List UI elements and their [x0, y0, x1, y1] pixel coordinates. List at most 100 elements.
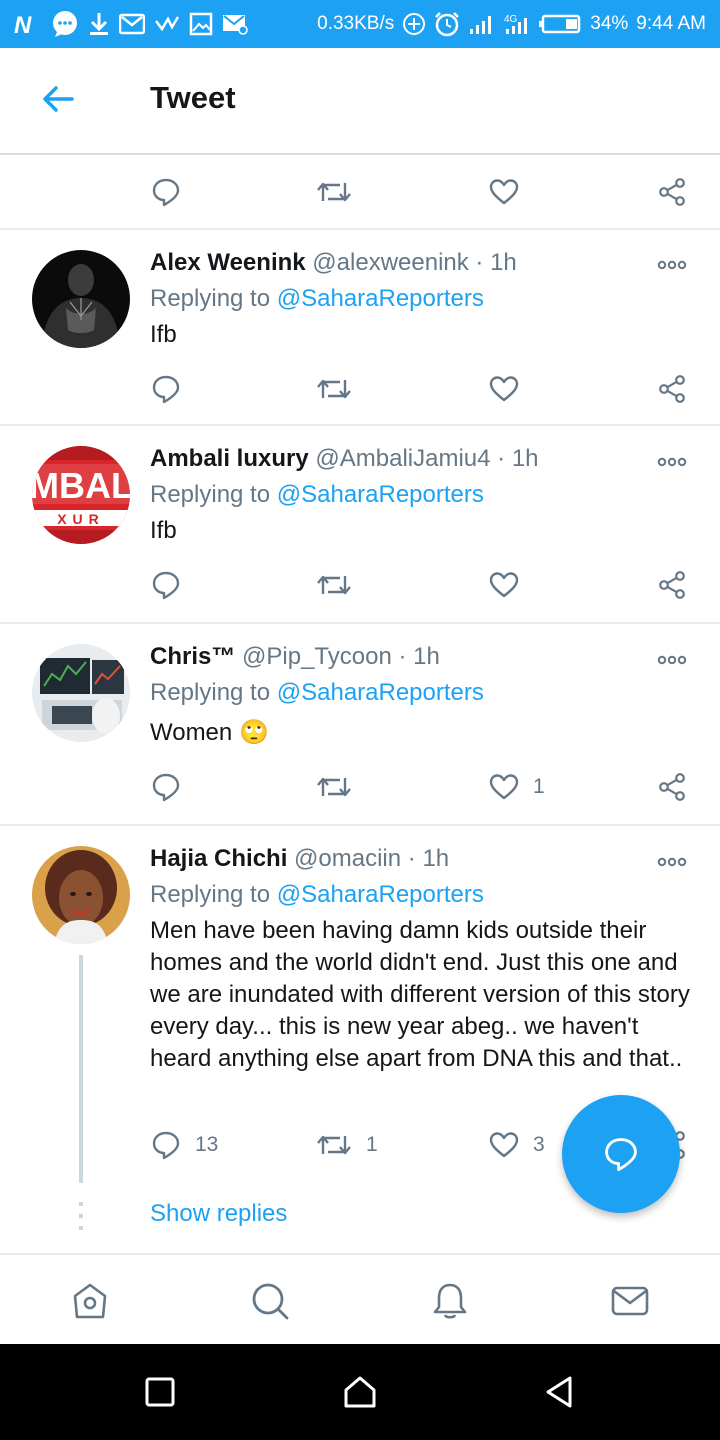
home-outline-icon	[344, 1376, 376, 1408]
more-options-button[interactable]	[656, 650, 688, 670]
reply-button[interactable]: 13	[151, 1125, 218, 1165]
share-button[interactable]	[657, 565, 687, 605]
eye-roll-emoji-icon: 🙄	[238, 719, 269, 746]
more-dots-icon	[657, 857, 687, 867]
recents-square-icon	[145, 1377, 175, 1407]
like-button[interactable]: 3	[489, 1125, 545, 1165]
share-button[interactable]	[657, 369, 687, 409]
share-button[interactable]	[657, 172, 687, 212]
battery-icon	[538, 13, 582, 35]
display-name[interactable]: Ambali luxury	[150, 445, 309, 472]
display-name[interactable]: Alex Weenink	[150, 249, 306, 276]
avatar[interactable]	[32, 250, 130, 348]
replying-to-link[interactable]: @SaharaReporters	[277, 679, 484, 706]
retweet-count: 1	[366, 1133, 378, 1156]
search-icon	[252, 1283, 289, 1320]
timestamp: · 1h	[407, 845, 450, 872]
share-icon	[659, 773, 685, 801]
system-navigation-bar	[0, 1344, 720, 1440]
timestamp: · 1h	[475, 249, 517, 276]
retweet-icon	[317, 777, 351, 797]
download-icon	[88, 11, 110, 37]
reply-icon	[152, 1131, 180, 1160]
replying-to-link[interactable]: @SaharaReporters	[277, 481, 484, 508]
heart-icon	[489, 376, 519, 402]
username[interactable]: @alexweenink	[312, 249, 468, 276]
avatar-logo-text: MBAL	[32, 465, 130, 506]
retweet-button[interactable]	[316, 565, 366, 605]
display-name[interactable]: Chris™	[150, 643, 235, 670]
heart-icon	[489, 774, 519, 800]
signal-4g-icon: 4G	[504, 12, 530, 36]
reply-button[interactable]	[151, 565, 195, 605]
chat-bubble-icon	[51, 10, 79, 38]
like-button[interactable]	[489, 369, 533, 409]
avatar[interactable]	[32, 846, 130, 944]
avatar-logo-subtext: XUR	[57, 511, 105, 527]
replying-to: Replying to @SaharaReporters	[150, 881, 484, 908]
home-icon	[73, 1283, 107, 1319]
more-dots-icon	[657, 260, 687, 270]
divider	[0, 424, 720, 426]
back-button[interactable]	[40, 84, 76, 114]
more-options-button[interactable]	[656, 852, 688, 872]
reply-icon	[152, 375, 180, 404]
replying-to: Replying to @SaharaReporters	[150, 679, 484, 706]
share-icon	[659, 178, 685, 206]
nav-home[interactable]	[70, 1281, 110, 1321]
retweet-icon	[317, 575, 351, 595]
display-name[interactable]: Hajia Chichi	[150, 845, 287, 872]
clock: 9:44 AM	[636, 13, 706, 34]
share-icon	[659, 375, 685, 403]
svg-text:4G: 4G	[504, 14, 518, 25]
status-bar: N 0.33KB/s 4G 34% 9:44 AM	[0, 0, 720, 48]
replying-to-link[interactable]: @SaharaReporters	[277, 881, 484, 908]
retweet-button[interactable]	[316, 369, 366, 409]
back-system-button[interactable]	[542, 1374, 578, 1410]
like-button[interactable]	[489, 565, 533, 605]
mail-off-icon	[222, 13, 248, 35]
nav-notifications[interactable]	[430, 1281, 470, 1321]
check-icon	[154, 13, 180, 35]
compose-reply-button[interactable]	[562, 1095, 680, 1213]
retweet-button[interactable]: 1	[316, 1125, 378, 1165]
timestamp: · 1h	[497, 445, 539, 472]
like-button[interactable]	[489, 172, 519, 212]
gmail-icon	[119, 13, 145, 35]
thread-dots	[79, 1202, 83, 1234]
avatar[interactable]: MBAL XUR	[32, 446, 130, 544]
app-header: Tweet	[0, 48, 720, 155]
more-dots-icon	[657, 655, 687, 665]
reply-button[interactable]	[151, 369, 195, 409]
timestamp: · 1h	[398, 643, 440, 670]
more-options-button[interactable]	[656, 452, 688, 472]
avatar[interactable]	[32, 644, 130, 742]
replying-to: Replying to @SaharaReporters	[150, 285, 484, 312]
replying-to-link[interactable]: @SaharaReporters	[277, 285, 484, 312]
arrow-left-icon	[43, 86, 74, 112]
tweet-text: Ifb	[150, 321, 177, 348]
reply-button[interactable]	[151, 172, 181, 212]
username[interactable]: @AmbaliJamiu4	[315, 445, 490, 472]
nav-messages[interactable]	[610, 1281, 650, 1321]
reply-icon	[152, 773, 180, 802]
username[interactable]: @Pip_Tycoon	[242, 643, 392, 670]
tweet-text: Women 🙄	[150, 719, 269, 746]
retweet-button[interactable]	[316, 767, 366, 807]
home-system-button[interactable]	[342, 1374, 378, 1410]
more-dots-icon	[657, 457, 687, 467]
show-replies-link[interactable]: Show replies	[150, 1200, 287, 1228]
retweet-icon	[317, 1135, 351, 1155]
more-options-button[interactable]	[656, 255, 688, 275]
nav-search[interactable]	[250, 1281, 290, 1321]
retweet-button[interactable]	[316, 172, 352, 212]
like-count: 1	[533, 775, 545, 798]
reply-button[interactable]	[151, 767, 195, 807]
share-button[interactable]	[657, 767, 687, 807]
divider	[0, 824, 720, 826]
like-button[interactable]: 1	[489, 767, 545, 807]
tweet-text: Men have been having damn kids outside t…	[150, 917, 690, 1072]
retweet-icon	[317, 182, 351, 202]
recents-button[interactable]	[142, 1374, 178, 1410]
username[interactable]: @omaciin	[294, 845, 401, 872]
